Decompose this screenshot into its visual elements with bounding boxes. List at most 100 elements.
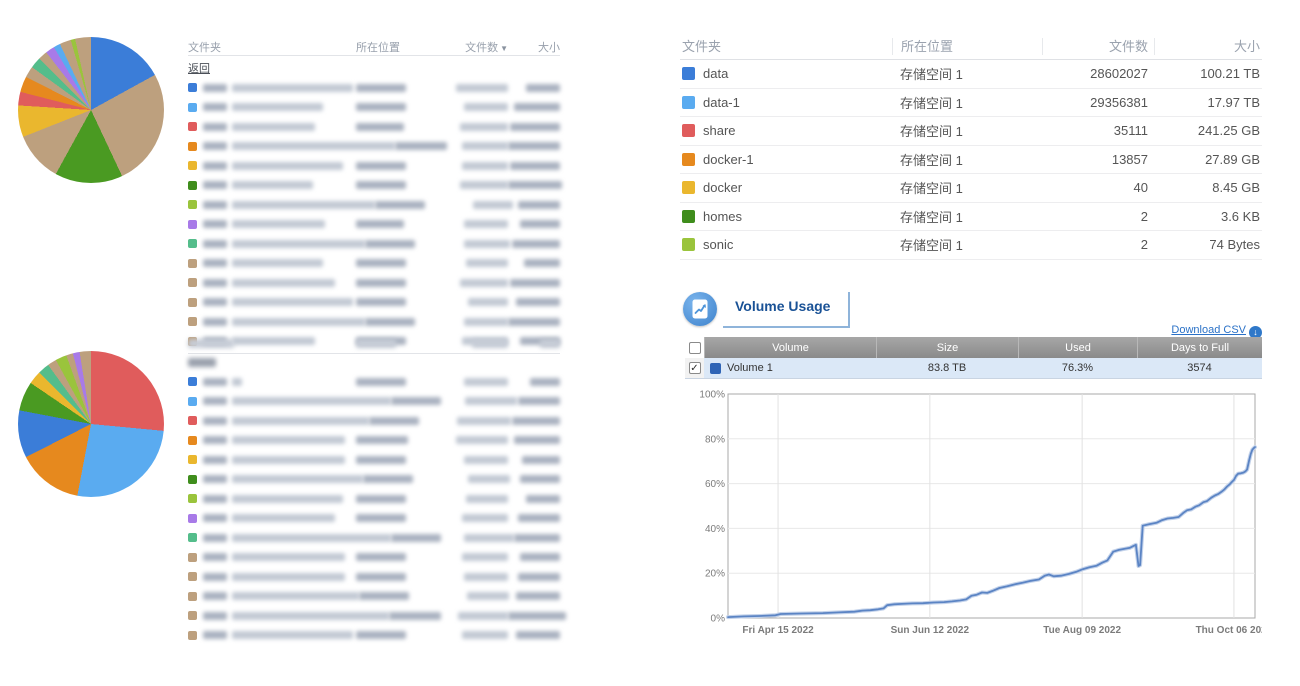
folder-color-chip — [188, 220, 197, 229]
folder-row-redacted[interactable] — [188, 234, 560, 254]
redacted-location — [391, 395, 457, 407]
column-header-folder[interactable]: 文件夹 — [680, 38, 892, 55]
redacted-size — [508, 257, 560, 269]
folder-row[interactable]: data-1存储空间 12935638117.97 TB — [680, 89, 1262, 118]
folder-size-pie-chart-top — [18, 37, 164, 183]
folder-row-redacted[interactable] — [188, 78, 560, 98]
redacted-text — [232, 495, 343, 503]
redacted-text — [232, 162, 343, 170]
back-link-redacted[interactable] — [188, 358, 216, 370]
redacted-text — [203, 181, 227, 189]
column-header-location[interactable]: 所在位置 — [892, 38, 1042, 55]
column-header-filecount[interactable]: 文件数 — [1042, 38, 1154, 55]
download-csv-link[interactable]: Download CSV — [1171, 324, 1246, 336]
select-all-checkbox[interactable] — [689, 342, 701, 354]
redacted-filecount — [436, 454, 508, 466]
folder-color-chip — [188, 397, 197, 406]
column-header-folder[interactable]: 文件夹 — [188, 39, 356, 55]
folder-name-cell: docker — [680, 180, 892, 195]
folder-row-redacted[interactable] — [188, 450, 560, 470]
redacted-folder-name — [188, 397, 391, 406]
redacted-text — [464, 240, 510, 248]
redacted-size — [508, 296, 560, 308]
folder-color-chip — [682, 181, 695, 194]
redacted-size — [508, 121, 560, 133]
redacted-text — [203, 123, 227, 131]
folder-row-redacted[interactable] — [188, 215, 560, 235]
redacted-size — [508, 454, 560, 466]
folder-row-redacted[interactable] — [188, 254, 560, 274]
redacted-text — [363, 475, 413, 483]
redacted-text — [516, 631, 560, 639]
folder-row-redacted[interactable] — [188, 548, 560, 568]
folder-row[interactable]: docker存储空间 1408.45 GB — [680, 174, 1262, 203]
redacted-text — [510, 279, 560, 287]
redacted-text — [203, 84, 227, 92]
folder-row-redacted[interactable] — [188, 509, 560, 529]
folder-row-redacted[interactable] — [188, 273, 560, 293]
folder-color-chip — [188, 317, 197, 326]
redacted-folder-name — [188, 122, 356, 131]
folder-row-redacted[interactable] — [188, 411, 560, 431]
folder-row-redacted[interactable] — [188, 176, 560, 196]
folder-row-redacted[interactable] — [188, 587, 560, 607]
folder-row[interactable]: sonic存储空间 1274 Bytes — [680, 231, 1262, 260]
folder-row-redacted[interactable] — [188, 117, 560, 137]
redacted-text — [389, 612, 441, 620]
redacted-text — [520, 553, 560, 561]
column-header-location[interactable]: 所在位置 — [356, 39, 436, 55]
folder-row-redacted[interactable] — [188, 156, 560, 176]
redacted-size — [508, 140, 560, 152]
folder-row-redacted[interactable] — [188, 470, 560, 490]
folder-row-redacted[interactable] — [188, 567, 560, 587]
plot-area — [728, 394, 1255, 618]
folder-row-redacted[interactable] — [188, 528, 560, 548]
x-axis-tick-label: Fri Apr 15 2022 — [742, 625, 814, 636]
column-header-size[interactable]: 大小 — [1154, 38, 1262, 55]
redacted-text — [203, 259, 227, 267]
redacted-size — [509, 590, 560, 602]
redacted-text — [232, 417, 369, 425]
folder-row-redacted[interactable] — [188, 392, 560, 412]
folder-row-redacted[interactable] — [188, 312, 560, 332]
redacted-text — [232, 631, 353, 639]
redacted-text — [232, 436, 345, 444]
folder-row[interactable]: share存储空间 135111241.25 GB — [680, 117, 1262, 146]
folder-filecount: 29356381 — [1042, 95, 1154, 110]
sort-descending-icon: ▼ — [500, 44, 508, 53]
folder-row-redacted[interactable] — [188, 626, 560, 646]
line-chart-svg: 0%20%40%60%80%100%Fri Apr 15 2022Sun Jun… — [700, 386, 1262, 642]
redacted-size — [511, 415, 560, 427]
volume-checkbox[interactable]: ✓ — [689, 362, 701, 374]
redacted-size — [508, 610, 560, 622]
volume-rows: ✓Volume 183.8 TB76.3%3574 — [685, 358, 1262, 379]
redacted-size — [514, 532, 560, 544]
redacted-size — [508, 179, 560, 191]
redacted-folder-name — [188, 572, 356, 581]
folder-row-redacted[interactable] — [188, 431, 560, 451]
folder-color-chip — [188, 200, 197, 209]
table-header-row: Volume Size Used Days to Full — [685, 337, 1262, 358]
redacted-text — [232, 142, 395, 150]
back-link[interactable]: 返回 — [188, 60, 210, 76]
redacted-text — [203, 553, 227, 561]
redacted-location — [356, 571, 436, 583]
folder-row-redacted[interactable] — [188, 372, 560, 392]
column-header-filecount[interactable]: 文件数▼ — [436, 39, 508, 55]
folder-row-redacted[interactable] — [188, 195, 560, 215]
folder-row[interactable]: data存储空间 128602027100.21 TB — [680, 60, 1262, 89]
column-header-size[interactable]: 大小 — [508, 39, 560, 55]
folder-rows: data存储空间 128602027100.21 TBdata-1存储空间 12… — [680, 60, 1262, 260]
folder-row-redacted[interactable] — [188, 489, 560, 509]
folder-row-redacted[interactable] — [188, 98, 560, 118]
redacted-text — [232, 534, 391, 542]
folder-row-redacted[interactable] — [188, 137, 560, 157]
volume-row[interactable]: ✓Volume 183.8 TB76.3%3574 — [685, 358, 1262, 379]
redacted-location — [356, 493, 436, 505]
folder-row[interactable]: docker-1存储空间 11385727.89 GB — [680, 146, 1262, 175]
redacted-folder-name — [188, 631, 356, 640]
folder-row-redacted[interactable] — [188, 606, 560, 626]
redacted-text — [356, 84, 406, 92]
folder-row[interactable]: homes存储空间 123.6 KB — [680, 203, 1262, 232]
folder-row-redacted[interactable] — [188, 293, 560, 313]
